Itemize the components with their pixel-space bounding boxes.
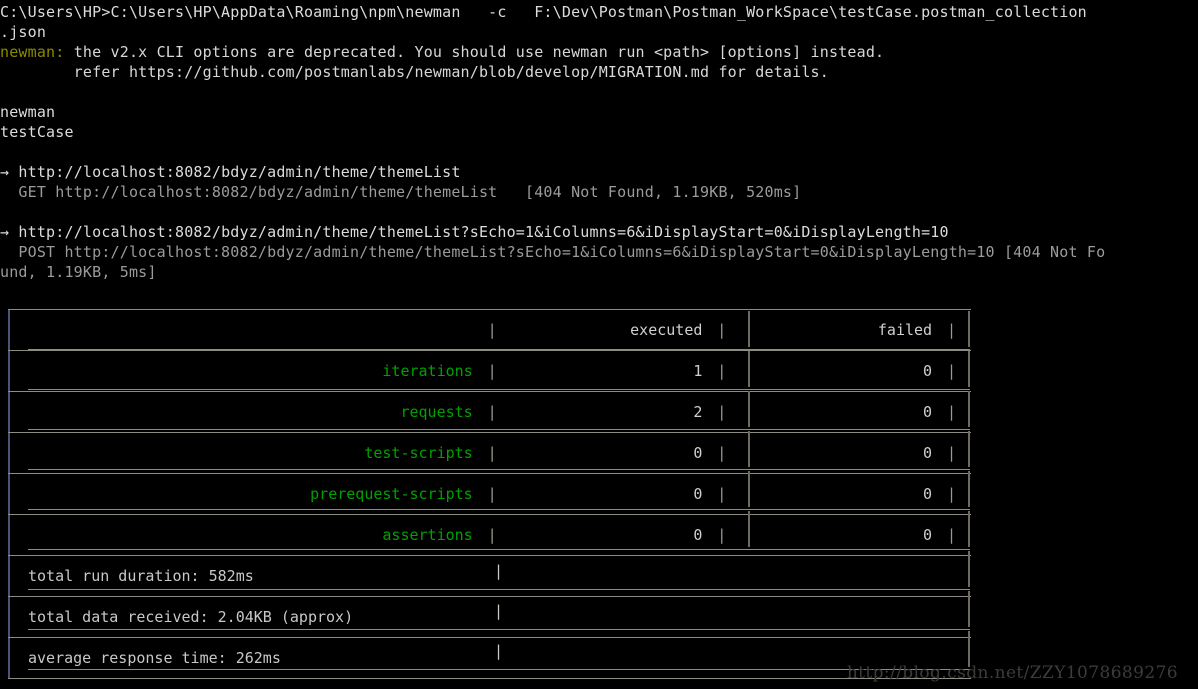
- table-right-dash: [968, 511, 970, 547]
- row-label-iterations: iterations: [8, 350, 473, 392]
- table-rule: [28, 629, 970, 630]
- table-vertical-dash: [748, 351, 750, 387]
- column-divider: |: [932, 309, 971, 351]
- arrow-right-icon: →: [0, 223, 10, 241]
- column-divider: |: [702, 309, 742, 351]
- row-test-scripts-failed: 0: [741, 432, 933, 474]
- row-label-test-scripts: test-scripts: [8, 432, 473, 474]
- totals-row-divider: |: [494, 562, 504, 580]
- table-right-dash: [968, 391, 970, 427]
- column-divider: |: [472, 350, 512, 392]
- table-rule: [28, 349, 970, 350]
- warning-label: newman:: [0, 43, 65, 61]
- collection-name: testCase: [0, 123, 74, 141]
- column-divider: |: [472, 391, 512, 433]
- column-divider: |: [702, 432, 742, 474]
- request-2-detail-wrap: und, 1.19KB, 5ms]: [0, 263, 157, 281]
- table-row: requests | 2 | 0 |: [8, 391, 971, 433]
- table-rule: [28, 309, 970, 310]
- column-divider: |: [702, 350, 742, 392]
- row-requests-executed: 2: [511, 391, 703, 433]
- totals-row-divider: |: [494, 642, 504, 660]
- column-divider: |: [472, 432, 512, 474]
- table-header-row: | executed | failed |: [8, 309, 971, 351]
- table-vertical-dash: [748, 431, 750, 467]
- header-failed: failed: [741, 309, 933, 351]
- table-right-dash: [968, 471, 970, 507]
- table-rule: [28, 389, 970, 390]
- run-summary-table: | executed | failed | iterations | 1 | 0…: [8, 309, 971, 679]
- table-vertical-dash: [748, 471, 750, 507]
- column-divider: |: [472, 309, 512, 351]
- table-rule: [28, 509, 970, 510]
- deprecation-warning: newman: the v2.x CLI options are depreca…: [0, 42, 884, 62]
- column-divider: |: [932, 391, 971, 433]
- row-iterations-executed: 1: [511, 350, 703, 392]
- column-divider: |: [702, 391, 742, 433]
- request-1-heading: → http://localhost:8082/bdyz/admin/theme…: [0, 162, 461, 182]
- warning-reference-line: refer https://github.com/postmanlabs/new…: [0, 63, 829, 81]
- average-response-time: average response time: 262ms: [8, 637, 971, 679]
- header-executed: executed: [511, 309, 703, 351]
- arrow-right-icon: →: [0, 163, 10, 181]
- table-row: test-scripts | 0 | 0 |: [8, 432, 971, 474]
- newman-banner: newman: [0, 103, 56, 121]
- table-rule: [28, 429, 970, 430]
- table-row-total-data: total data received: 2.04KB (approx): [8, 596, 971, 638]
- table-right-dash: [968, 311, 970, 347]
- table-right-dash: [968, 591, 970, 627]
- request-1-url: http://localhost:8082/bdyz/admin/theme/t…: [9, 163, 461, 181]
- command-text: C:\Users\HP\AppData\Roaming\npm\newman -…: [110, 3, 1087, 21]
- request-2-url: http://localhost:8082/bdyz/admin/theme/t…: [9, 223, 949, 241]
- table-vertical-dash: [748, 311, 750, 347]
- row-test-scripts-executed: 0: [511, 432, 703, 474]
- warning-text: the v2.x CLI options are deprecated. You…: [64, 43, 885, 61]
- request-2-heading: → http://localhost:8082/bdyz/admin/theme…: [0, 222, 949, 242]
- shell-prompt: C:\Users\HP>: [0, 3, 111, 21]
- table-right-dash: [968, 631, 970, 667]
- terminal-window: C:\Users\HP>C:\Users\HP\AppData\Roaming\…: [0, 0, 1198, 689]
- table-rule: [28, 669, 970, 670]
- table-rule: [28, 469, 970, 470]
- row-iterations-failed: 0: [741, 350, 933, 392]
- table-right-dash: [968, 351, 970, 387]
- table-vertical-dash: [748, 391, 750, 427]
- header-blank: [8, 309, 473, 351]
- column-divider: |: [932, 432, 971, 474]
- table-rule: [28, 589, 970, 590]
- command-line-wrap: .json: [0, 23, 47, 41]
- table-row-total-duration: total run duration: 582ms: [8, 555, 971, 597]
- table-rule: [28, 549, 970, 550]
- totals-row-divider: |: [494, 602, 504, 620]
- table-vertical-dash: [748, 511, 750, 547]
- column-divider: |: [932, 350, 971, 392]
- table-row-average-response: average response time: 262ms: [8, 637, 971, 679]
- total-run-duration: total run duration: 582ms: [8, 555, 971, 597]
- table-row: iterations | 1 | 0 |: [8, 350, 971, 392]
- row-requests-failed: 0: [741, 391, 933, 433]
- table-right-dash: [968, 431, 970, 467]
- request-1-detail: GET http://localhost:8082/bdyz/admin/the…: [0, 183, 802, 201]
- table-right-dash: [968, 551, 970, 587]
- request-2-detail: POST http://localhost:8082/bdyz/admin/th…: [0, 243, 1106, 261]
- command-line: C:\Users\HP>C:\Users\HP\AppData\Roaming\…: [0, 2, 1087, 22]
- row-label-requests: requests: [8, 391, 473, 433]
- total-data-received: total data received: 2.04KB (approx): [8, 596, 971, 638]
